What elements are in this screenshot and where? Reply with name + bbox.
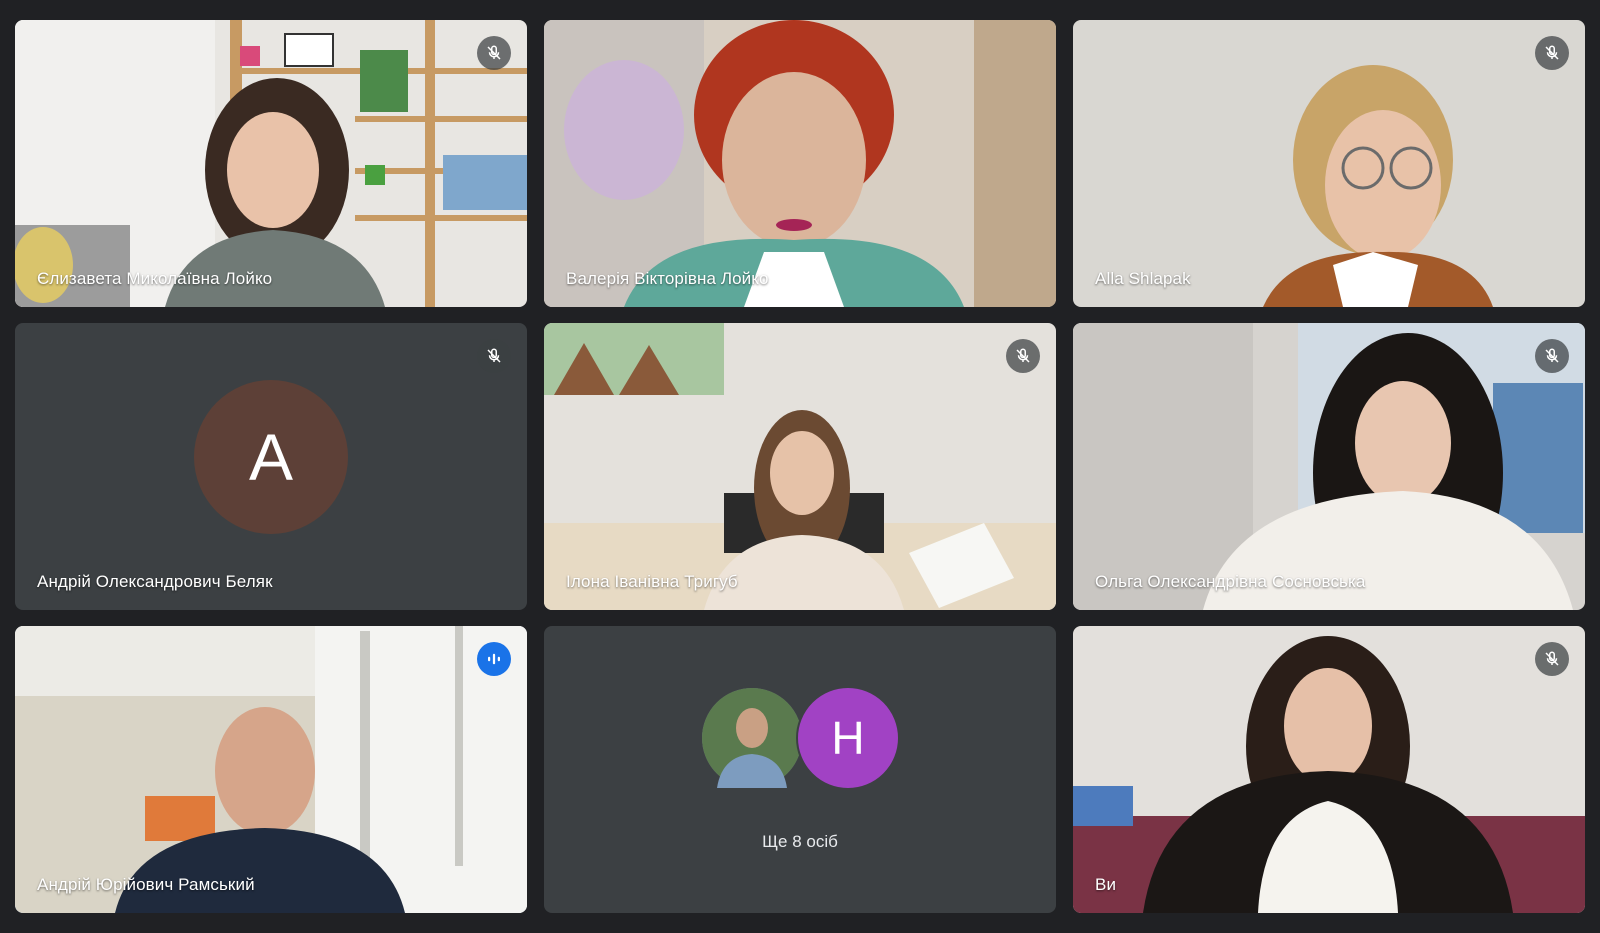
mic-off-icon [477,339,511,373]
participant-video [1073,323,1585,610]
participant-avatar: A [194,379,348,534]
participant-video [15,626,527,913]
participant-tile[interactable]: Ілона Іванівна Тригуб [544,323,1056,610]
participant-video [1073,626,1585,913]
mic-off-icon [1006,339,1040,373]
mic-off-icon [477,36,511,70]
participant-tile-active-speaker[interactable]: Андрій Юрійович Рамський [15,626,527,913]
more-participants-avatars: H [544,686,1056,790]
participant-name: Ви [1095,875,1117,894]
participant-video [15,20,527,307]
more-participants-label: Ще 8 осіб [762,832,838,851]
participant-tile[interactable]: Ольга Олександрівна Сосновська [1073,323,1585,610]
participant-name: Андрій Олександрович Беляк [37,572,273,591]
participant-photo-avatar [700,686,804,790]
participant-video [544,20,1056,307]
participant-video [544,323,1056,610]
participant-name: Ілона Іванівна Тригуб [566,572,738,591]
participant-name: Alla Shlapak [1095,269,1191,288]
participant-tile[interactable]: A Андрій Олександрович Беляк [15,323,527,610]
participant-video [1073,20,1585,307]
audio-level-icon [477,642,511,676]
participant-avatar: H [796,686,900,790]
participant-name: Андрій Юрійович Рамський [37,875,255,894]
mic-off-icon [1535,36,1569,70]
mic-off-icon [1535,642,1569,676]
mic-off-icon [1535,339,1569,373]
participant-tile[interactable]: Єлизавета Миколаївна Лойко [15,20,527,307]
participant-name: Валерія Вікторівна Лойко [566,269,769,288]
participant-tile[interactable]: Валерія Вікторівна Лойко [544,20,1056,307]
meeting-grid: Єлизавета Миколаївна Лойко Валерія Вікто… [15,20,1585,913]
participant-tile[interactable]: Alla Shlapak [1073,20,1585,307]
more-participants-tile[interactable]: H Ще 8 осіб [544,626,1056,913]
participant-name: Ольга Олександрівна Сосновська [1095,572,1366,591]
participant-name: Єлизавета Миколаївна Лойко [37,269,273,288]
self-tile[interactable]: Ви [1073,626,1585,913]
